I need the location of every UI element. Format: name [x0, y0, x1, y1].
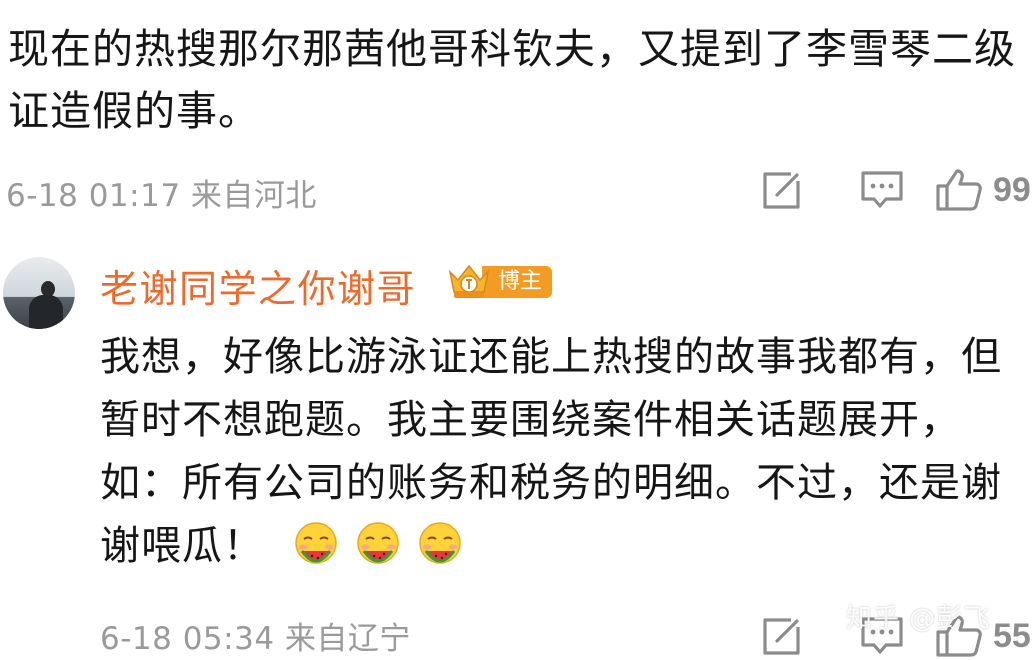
like-count: 99: [993, 170, 1031, 209]
like-button[interactable]: 99: [932, 166, 1031, 214]
reply-meta: 6-18 05:34 来自辽宁: [100, 621, 411, 657]
thumbs-up-icon: [936, 169, 982, 211]
crown-medal-icon: [448, 264, 490, 298]
reply-button[interactable]: [832, 166, 932, 214]
watermark: 知乎 @彭飞: [846, 604, 991, 634]
eating-watermelon-emoji: [419, 522, 461, 564]
edit-icon: [763, 172, 800, 209]
comment-text: 现在的热搜那尔那茜他哥科钦夫，又提到了李雪琴二级证造假的事。: [8, 25, 1016, 135]
username-link[interactable]: 老谢同学之你谢哥: [100, 258, 416, 313]
comment-meta: 6-18 01:17 来自河北: [6, 178, 317, 214]
edit-button[interactable]: [732, 166, 832, 214]
badge-label: 博主: [482, 266, 553, 298]
edit-button[interactable]: [732, 612, 832, 660]
reply-text: 我想，好像比游泳证还能上热搜的故事我都有，但暂时不想跑题。我主要围绕案件相关话题…: [100, 326, 1030, 578]
reply-body: 我想，好像比游泳证还能上热搜的故事我都有，但暂时不想跑题。我主要围绕案件相关话题…: [100, 334, 1002, 569]
comment-actions: 99: [732, 166, 1031, 214]
like-count: 55: [993, 616, 1031, 655]
eating-watermelon-emoji: [357, 522, 399, 564]
eating-watermelon-emoji: [295, 522, 337, 564]
edit-icon: [763, 618, 800, 655]
blogger-badge: 博主: [446, 262, 553, 302]
comment-icon: [861, 171, 903, 208]
avatar[interactable]: [3, 257, 75, 329]
